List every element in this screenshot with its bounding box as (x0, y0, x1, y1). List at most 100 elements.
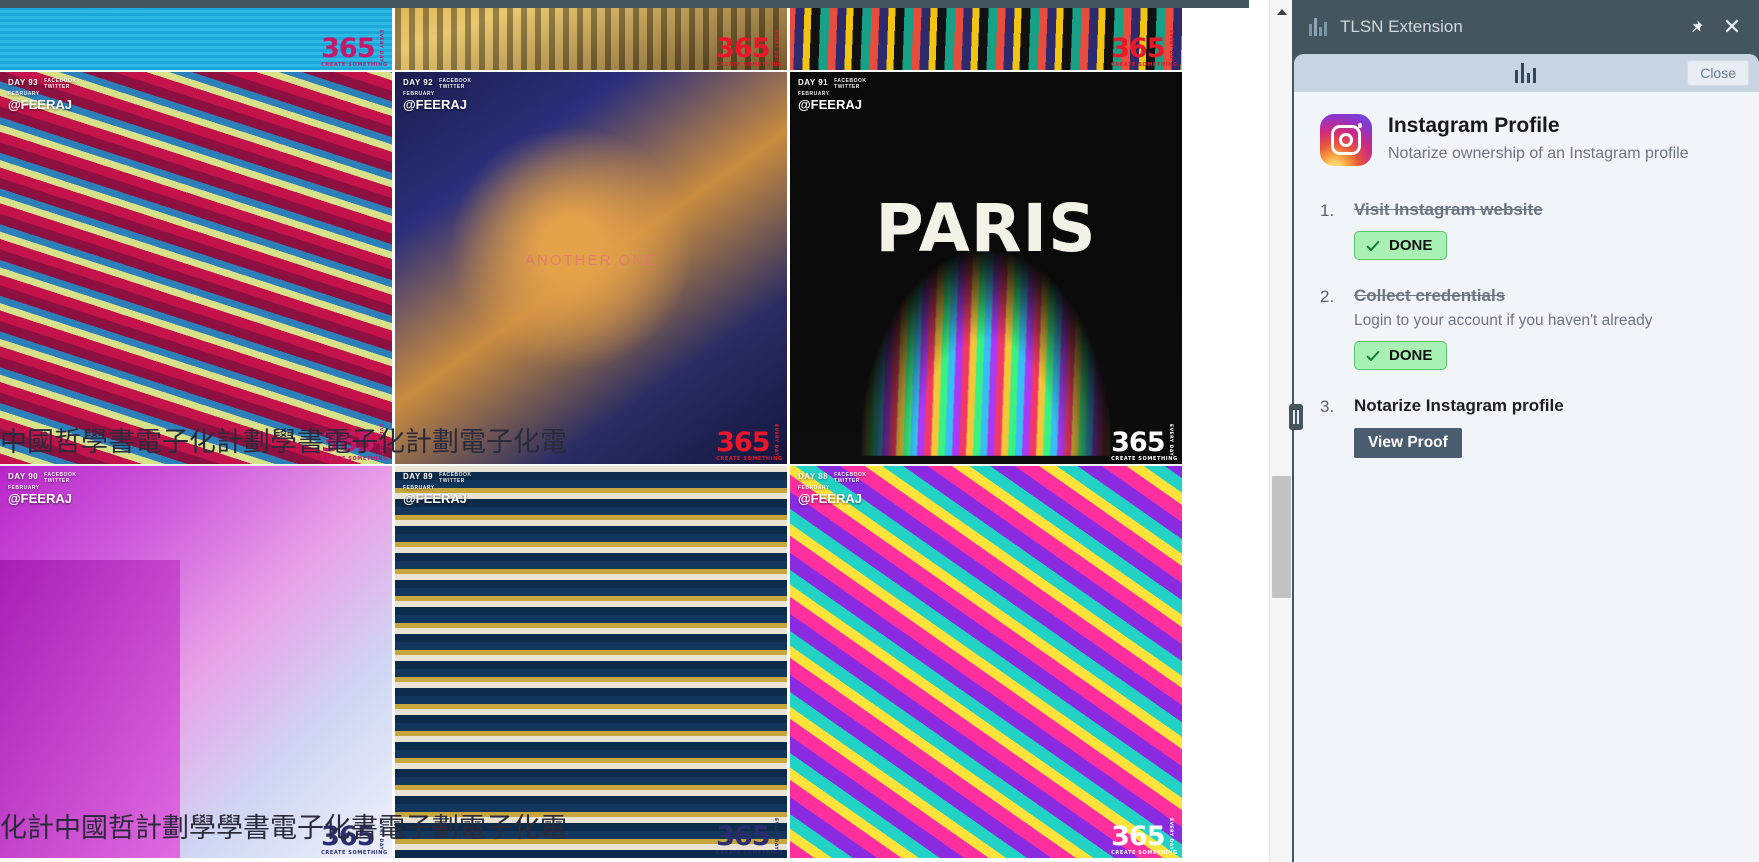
page-right-gutter (1249, 0, 1269, 862)
tlsn-extension-side-panel: TLSN Extension ✕ Close Instagram Profile… (1289, 0, 1759, 862)
step-body: Visit Instagram website DONE (1354, 200, 1735, 260)
gallery-tile-daytag: DAY 89 FACEBOOK TWITTER FEBRUARY @FEERAJ (403, 472, 471, 507)
gallery-tile[interactable]: DAY 89 FACEBOOK TWITTER FEBRUARY @FEERAJ 365 C… (395, 466, 787, 858)
scroll-thumb[interactable] (1272, 476, 1291, 598)
step-done-label: DONE (1389, 237, 1433, 254)
gallery-tile-365-badge: 365 CREATE SOMETHING EVERY DAY (1111, 817, 1178, 856)
gallery-tile-365-badge: 365 CREATE SOMETHING EVERY DAY (1111, 423, 1178, 462)
close-icon[interactable]: ✕ (1719, 14, 1745, 40)
gallery-tile[interactable]: DAY 92 FACEBOOK TWITTER FEBRUARY @FEERAJ ANOT… (395, 72, 787, 464)
gallery-tile-handle: @FEERAJ (798, 96, 862, 112)
gallery-tile-meta: FACEBOOK TWITTER (834, 472, 867, 485)
step-done-badge: DONE (1354, 341, 1448, 370)
gallery-tile-handle: @FEERAJ (798, 490, 862, 506)
card-body: Instagram Profile Notarize ownership of … (1294, 92, 1759, 458)
gallery-tile-month: FEBRUARY (8, 90, 40, 97)
tlsn-logo-icon (1308, 18, 1330, 36)
step-title: Notarize Instagram profile (1354, 396, 1564, 415)
step-item: 3. Notarize Instagram profile View Proof (1320, 396, 1735, 458)
gallery-tile-month: FEBRUARY (798, 484, 830, 491)
gallery-tile[interactable]: DAY 88 FACEBOOK TWITTER FEBRUARY @FEERAJ 365 C… (790, 466, 1182, 858)
gallery-tile[interactable]: DAY 91 FACEBOOK TWITTER FEBRUARY @FEERAJ PARI… (790, 72, 1182, 464)
gallery-tile-day: DAY 92 (403, 78, 434, 87)
step-item: 1. Visit Instagram website DONE (1320, 200, 1735, 260)
gallery-tile-handle: @FEERAJ (403, 490, 467, 506)
gallery-tile-month: FEBRUARY (8, 484, 40, 491)
step-title: Collect credentials (1354, 286, 1506, 305)
gallery-tile-artwork: DAY 92 FACEBOOK TWITTER FEBRUARY @FEERAJ ANOT… (395, 72, 787, 464)
gallery-tile[interactable]: DAY 90 FACEBOOK TWITTER FEBRUARY @FEERAJ 365 C… (0, 466, 392, 858)
gallery-tile-month: FEBRUARY (403, 484, 435, 491)
gallery-tile-artwork: 365 CREATE SOMETHING EVERY DAY (790, 8, 1182, 70)
gallery-tile-month: FEBRUARY (403, 90, 435, 97)
panel-title: TLSN Extension (1340, 17, 1463, 36)
app-title: Instagram Profile (1388, 114, 1560, 137)
gallery-tile-daytag: DAY 90 FACEBOOK TWITTER FEBRUARY @FEERAJ (8, 472, 76, 507)
app-description: Notarize ownership of an Instagram profi… (1388, 145, 1689, 163)
gallery-tile-month: FEBRUARY (798, 90, 830, 97)
gallery-tile-365-badge: 365 CREATE SOMETHING EVERY DAY (321, 423, 388, 462)
gallery-tile-daytag: DAY 93 FACEBOOK TWITTER FEBRUARY @FEERAJ (8, 78, 76, 113)
step-number: 2. (1320, 287, 1335, 306)
gallery-tile[interactable]: 365 CREATE SOMETHING EVERY DAY (790, 8, 1182, 70)
page-scrollbar[interactable] (1269, 0, 1292, 862)
gallery-tile-365-badge: 365 CREATE SOMETHING EVERY DAY (1111, 29, 1178, 68)
panel-titlebar: TLSN Extension ✕ (1292, 0, 1759, 54)
step-body: Notarize Instagram profile View Proof (1354, 396, 1735, 458)
gallery-tile-word-paris: PARIS (875, 189, 1097, 267)
gallery-tile[interactable]: 365 CREATE SOMETHING EVERY DAY (0, 8, 392, 70)
step-subtitle: Login to your account if you haven't alr… (1354, 312, 1653, 329)
gallery-tile-artwork: 365 CREATE SOMETHING EVERY DAY (0, 8, 392, 70)
panel-resize-handle[interactable] (1289, 404, 1303, 430)
gallery-tile-artwork: 365 CREATE SOMETHING EVERY DAY (395, 8, 787, 70)
application-window: 365 CREATE SOMETHING EVERY DAY 365 CREATE SO… (0, 0, 1759, 862)
gallery-tile-word: ANOTHER ONE (524, 252, 657, 270)
browser-content-area: 365 CREATE SOMETHING EVERY DAY 365 CREATE SO… (0, 0, 1292, 862)
gallery-tile-handle: @FEERAJ (403, 96, 467, 112)
gallery-tile-365-badge: 365 CREATE SOMETHING EVERY DAY (321, 817, 388, 856)
gallery-tile[interactable]: 365 CREATE SOMETHING EVERY DAY (395, 8, 787, 70)
step-done-label: DONE (1389, 347, 1433, 364)
gallery-tile-daytag: DAY 91 FACEBOOK TWITTER FEBRUARY @FEERAJ (798, 78, 866, 113)
gallery-tile-365-badge: 365 CREATE SOMETHING EVERY DAY (716, 817, 783, 856)
gallery-tile-day: DAY 88 (798, 472, 829, 481)
gallery-tile-365-badge: 365 CREATE SOMETHING EVERY DAY (716, 423, 783, 462)
steps-list: 1. Visit Instagram website DONE 2. Collect c… (1320, 200, 1735, 458)
app-header: Instagram Profile Notarize ownership of … (1320, 114, 1735, 166)
gallery-tile-day: DAY 90 (8, 472, 39, 481)
gallery-tile-handle: @FEERAJ (8, 490, 72, 506)
gallery-tile-artwork: DAY 91 FACEBOOK TWITTER FEBRUARY @FEERAJ PARI… (790, 72, 1182, 464)
gallery-tile-artwork: DAY 89 FACEBOOK TWITTER FEBRUARY @FEERAJ 365 C… (395, 466, 787, 858)
step-body: Collect credentials Login to your account… (1354, 286, 1735, 370)
gallery-tile-artwork: DAY 90 FACEBOOK TWITTER FEBRUARY @FEERAJ 365 C… (0, 466, 392, 858)
view-proof-button[interactable]: View Proof (1354, 428, 1462, 458)
gallery-tile-365-badge: 365 CREATE SOMETHING EVERY DAY (321, 29, 388, 68)
tlsn-logo-icon-large (1514, 63, 1540, 83)
check-icon (1366, 350, 1380, 361)
gallery-tile-daytag: DAY 88 FACEBOOK TWITTER FEBRUARY @FEERAJ (798, 472, 866, 507)
gallery-tile-meta: FACEBOOK TWITTER (439, 472, 472, 485)
gallery-tile[interactable]: DAY 93 FACEBOOK TWITTER FEBRUARY @FEERAJ 365 C… (0, 72, 392, 464)
step-item: 2. Collect credentials Login to your accou… (1320, 286, 1735, 370)
instagram-icon (1320, 114, 1372, 166)
image-gallery-grid: 365 CREATE SOMETHING EVERY DAY 365 CREATE SO… (0, 8, 1182, 858)
close-button[interactable]: Close (1687, 60, 1749, 86)
gallery-tile-day: DAY 89 (403, 472, 434, 481)
pin-icon[interactable] (1683, 14, 1709, 40)
step-number: 3. (1320, 397, 1335, 416)
scroll-up-arrow-icon[interactable] (1270, 0, 1292, 23)
card-header: Close (1294, 54, 1759, 92)
gallery-tile-day: DAY 91 (798, 78, 829, 87)
gallery-tile-daytag: DAY 92 FACEBOOK TWITTER FEBRUARY @FEERAJ (403, 78, 471, 113)
step-number: 1. (1320, 201, 1335, 220)
gallery-tile-day: DAY 93 (8, 78, 39, 87)
check-icon (1366, 240, 1380, 251)
browser-top-strip (0, 0, 1292, 8)
panel-card: Close Instagram Profile Notarize ownersh… (1294, 54, 1759, 862)
gallery-tile-meta: FACEBOOK TWITTER (44, 472, 77, 485)
step-done-badge: DONE (1354, 231, 1448, 260)
gallery-tile-meta: FACEBOOK TWITTER (439, 78, 472, 91)
gallery-tile-handle: @FEERAJ (8, 96, 72, 112)
gallery-tile-artwork: DAY 93 FACEBOOK TWITTER FEBRUARY @FEERAJ 365 C… (0, 72, 392, 464)
gallery-tile-365-badge: 365 CREATE SOMETHING EVERY DAY (716, 29, 783, 68)
